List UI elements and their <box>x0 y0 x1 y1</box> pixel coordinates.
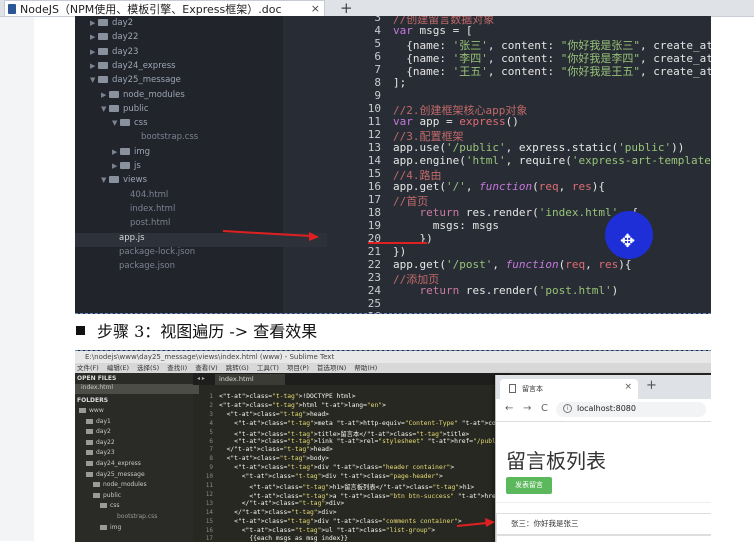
sublime-browser-screenshot: E:\nodejs\www\day25_message\views\index.… <box>75 350 711 542</box>
step-heading: 步骤 3：视图遍历 -> 查看效果 <box>76 318 317 342</box>
bullet-square-icon <box>76 326 85 335</box>
new-tab-button[interactable]: + <box>340 0 353 17</box>
document-tab-title: NodeJS（NPM使用、模板引擎、Express框架）.doc <box>20 2 282 16</box>
document-tab[interactable]: NodeJS（NPM使用、模板引擎、Express框架）.doc × <box>4 0 325 16</box>
word-document-icon <box>8 3 16 14</box>
document-margin <box>0 16 34 541</box>
red-annotation-arrow-2 <box>456 518 495 527</box>
document-tab-bar: NodeJS（NPM使用、模板引擎、Express框架）.doc × + <box>0 0 754 17</box>
red-annotation-arrow <box>222 230 427 244</box>
editor-screenshot-app-js: ▶ day2 ▶ day22 ▶ day23 ▶ day24_express ▼ day25_me… <box>75 16 711 314</box>
close-tab-icon[interactable]: × <box>311 2 320 15</box>
